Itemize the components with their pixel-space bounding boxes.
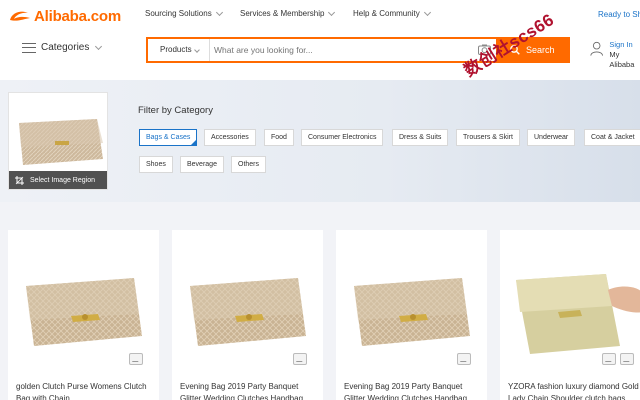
nav-ready-to-ship[interactable]: Ready to Ship xyxy=(598,10,640,19)
product-title[interactable]: YZORA fashion luxury diamond Gold Lady C… xyxy=(508,381,640,400)
image-search-icon[interactable] xyxy=(602,353,616,365)
list-menu-icon xyxy=(22,42,36,53)
category-chip[interactable]: Bags & Cases xyxy=(139,129,198,146)
select-image-region-button[interactable]: Select Image Region xyxy=(9,171,107,189)
nav-sourcing-label: Sourcing Solutions xyxy=(145,9,212,18)
nav-services-membership[interactable]: Services & Membership xyxy=(240,8,336,18)
category-chip[interactable]: Underwear xyxy=(527,129,576,146)
chevron-down-icon xyxy=(328,8,336,16)
image-search-icon[interactable] xyxy=(457,353,471,365)
chevron-down-icon xyxy=(193,47,200,53)
chevron-down-icon xyxy=(215,8,223,16)
search-input[interactable] xyxy=(214,39,470,61)
image-search-icon[interactable] xyxy=(293,353,307,365)
search-type-select[interactable]: Products xyxy=(148,39,210,61)
search-type-label: Products xyxy=(160,45,192,54)
logo-text: Alibaba.com xyxy=(34,8,121,25)
product-card[interactable]: Evening Bag 2019 Party Banquet Glitter W… xyxy=(172,230,323,400)
image-search-icon[interactable] xyxy=(129,353,143,365)
filter-title: Filter by Category xyxy=(138,105,213,116)
product-image[interactable] xyxy=(16,250,151,370)
chevron-down-icon xyxy=(423,8,431,16)
category-chip[interactable]: Dress & Suits xyxy=(392,129,449,146)
category-chip[interactable]: Food xyxy=(264,129,294,146)
nav-services-label: Services & Membership xyxy=(240,9,325,18)
category-chip[interactable]: Coat & Jacket xyxy=(584,129,640,146)
alibaba-logo-icon xyxy=(10,11,30,21)
video-icon[interactable] xyxy=(620,353,634,365)
category-chip[interactable]: Beverage xyxy=(180,156,224,173)
product-image[interactable] xyxy=(180,250,315,370)
product-image[interactable] xyxy=(508,250,640,370)
categories-label: Categories xyxy=(41,42,90,53)
product-image[interactable] xyxy=(344,250,479,370)
category-chip[interactable]: Accessories xyxy=(204,129,256,146)
image-search-thumbnail[interactable]: Select Image Region xyxy=(8,92,108,190)
product-title[interactable]: Evening Bag 2019 Party Banquet Glitter W… xyxy=(344,381,484,400)
product-card[interactable]: Evening Bag 2019 Party Banquet Glitter W… xyxy=(336,230,487,400)
product-title[interactable]: Evening Bag 2019 Party Banquet Glitter W… xyxy=(180,381,320,400)
account-area[interactable]: Sign In My Alibaba xyxy=(590,40,640,70)
categories-menu[interactable]: Categories xyxy=(22,42,103,53)
select-image-region-label: Select Image Region xyxy=(30,176,95,184)
category-chip[interactable]: Shoes xyxy=(139,156,173,173)
user-icon xyxy=(590,41,603,56)
nav-sourcing-solutions[interactable]: Sourcing Solutions xyxy=(145,8,223,18)
nav-help-label: Help & Community xyxy=(353,9,420,18)
nav-help-community[interactable]: Help & Community xyxy=(353,8,431,18)
my-alibaba-link[interactable]: My Alibaba xyxy=(609,50,640,70)
crop-icon xyxy=(15,175,24,185)
search-button-label: Search xyxy=(526,45,555,55)
product-card[interactable]: golden Clutch Purse Womens Clutch Bag wi… xyxy=(8,230,159,400)
chevron-down-icon xyxy=(95,42,103,50)
product-title[interactable]: golden Clutch Purse Womens Clutch Bag wi… xyxy=(16,381,156,400)
alibaba-logo[interactable]: Alibaba.com xyxy=(8,8,121,25)
product-card[interactable]: YZORA fashion luxury diamond Gold Lady C… xyxy=(500,230,640,400)
category-chip[interactable]: Trousers & Skirt xyxy=(456,129,520,146)
category-chip[interactable]: Others xyxy=(231,156,267,173)
sign-in-link[interactable]: Sign In xyxy=(609,40,640,50)
category-chip[interactable]: Consumer Electronics xyxy=(301,129,384,146)
